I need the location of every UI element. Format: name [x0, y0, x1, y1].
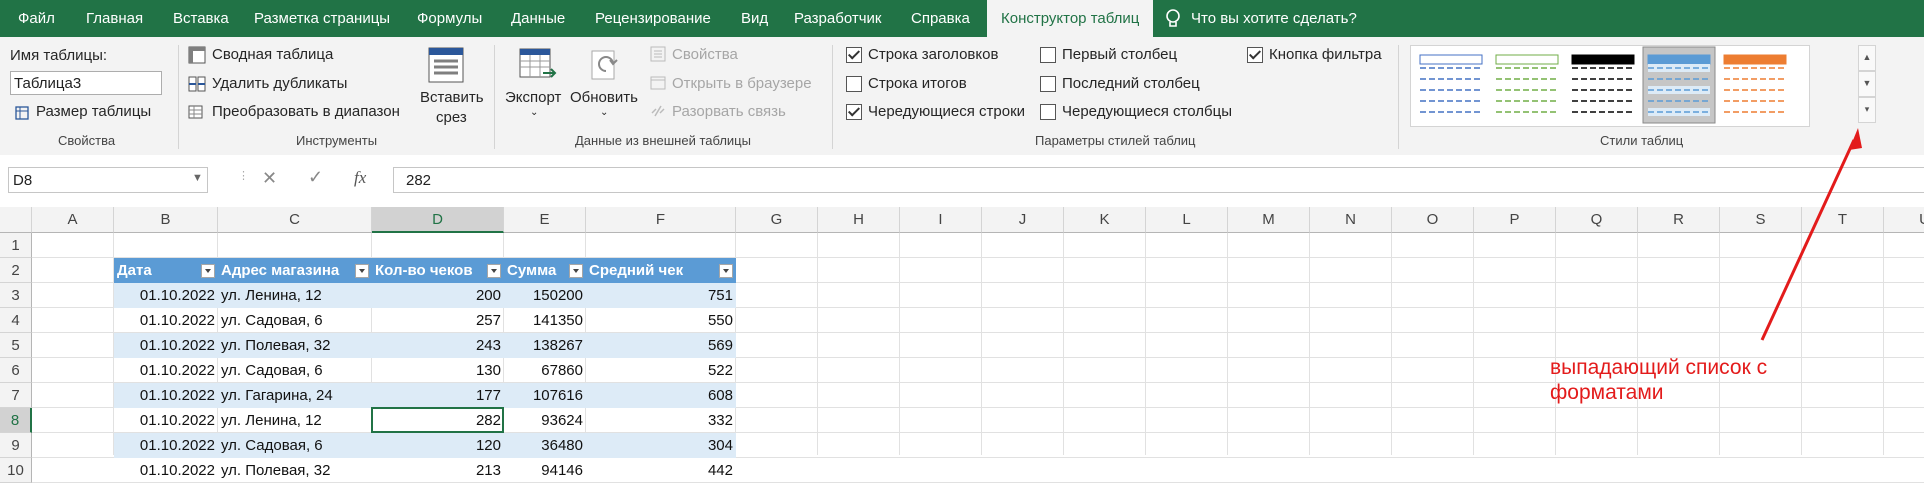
- table-cell[interactable]: 94146: [504, 458, 586, 483]
- table-cell[interactable]: 442: [586, 458, 736, 483]
- row-header-10[interactable]: 10: [0, 458, 32, 483]
- table-cell[interactable]: 01.10.2022: [114, 458, 218, 483]
- table-cell[interactable]: ул. Полевая, 32: [218, 458, 372, 483]
- table-cell[interactable]: 213: [372, 458, 504, 483]
- annotation-arrow: [1760, 128, 1862, 341]
